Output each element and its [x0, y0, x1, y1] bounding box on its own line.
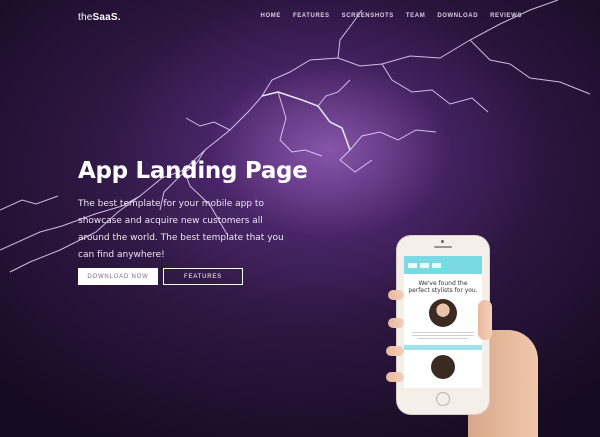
nav-item-features[interactable]: FEATURES	[293, 13, 330, 19]
hero-section: theSaaS. HOME FEATURES SCREENSHOTS TEAM …	[0, 0, 600, 437]
finger-1	[388, 290, 404, 300]
thumb	[478, 300, 492, 340]
phone-mockup: We've found the perfect stylists for you…	[397, 236, 489, 414]
download-now-button[interactable]: DOWNLOAD NOW	[78, 268, 158, 285]
phone-screen-text-lines	[412, 332, 474, 339]
phone-screen: We've found the perfect stylists for you…	[404, 256, 482, 388]
main-nav: HOME FEATURES SCREENSHOTS TEAM DOWNLOAD …	[261, 13, 522, 19]
features-button[interactable]: FEATURES	[163, 268, 243, 285]
phone-camera-icon	[441, 240, 444, 243]
phone-screen-navbar	[404, 256, 482, 274]
phone-screen-strip	[404, 345, 482, 350]
finger-4	[386, 372, 404, 382]
nav-item-home[interactable]: HOME	[261, 13, 281, 19]
nav-item-reviews[interactable]: REVIEWS	[490, 13, 522, 19]
phone-screen-avatar	[429, 299, 457, 327]
logo-prefix: the	[78, 12, 93, 23]
nav-item-download[interactable]: DOWNLOAD	[437, 13, 478, 19]
phone-speaker	[434, 246, 452, 248]
nav-item-screenshots[interactable]: SCREENSHOTS	[342, 13, 394, 19]
hero-title: App Landing Page	[78, 158, 308, 184]
finger-2	[388, 318, 404, 328]
logo[interactable]: theSaaS.	[78, 12, 121, 23]
nav-item-team[interactable]: TEAM	[406, 13, 425, 19]
logo-brand: SaaS.	[92, 12, 121, 23]
phone-screen-headline: We've found the perfect stylists for you…	[408, 280, 478, 294]
hero-description: The best template for your mobile app to…	[78, 199, 284, 260]
finger-3	[386, 346, 404, 356]
phone-home-button	[436, 392, 450, 406]
phone-screen-avatar-2	[431, 355, 455, 379]
